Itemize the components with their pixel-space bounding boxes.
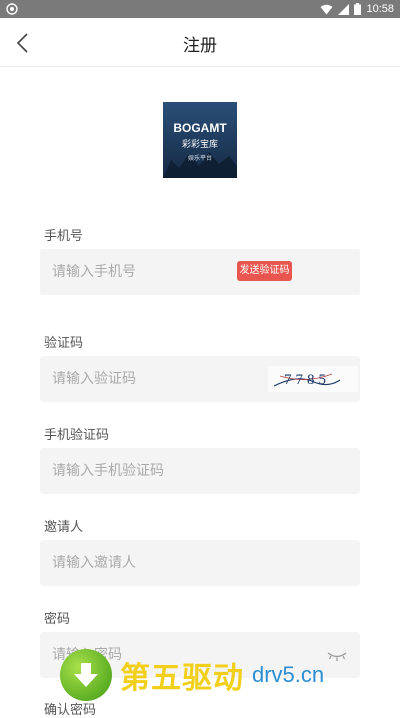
battery-icon bbox=[354, 3, 362, 15]
send-code-button[interactable]: 发送验证码 bbox=[237, 261, 292, 281]
captcha-image[interactable]: 7785 bbox=[268, 366, 358, 392]
status-time: 10:58 bbox=[366, 3, 394, 15]
logo-subtitle: 彩彩宝库 bbox=[182, 138, 218, 150]
password-label: 密码 bbox=[44, 612, 71, 627]
sms-code-label: 手机验证码 bbox=[44, 428, 110, 443]
status-bar: 10:58 bbox=[0, 0, 400, 18]
inviter-field-container bbox=[40, 540, 360, 586]
captcha-text: 7785 bbox=[284, 372, 330, 388]
logo-title: BOGAMT bbox=[173, 121, 227, 135]
phone-field-container: 发送验证码 bbox=[40, 249, 360, 295]
signal-icon bbox=[338, 3, 350, 15]
sms-code-input[interactable] bbox=[40, 448, 252, 494]
captcha-input[interactable] bbox=[40, 356, 252, 402]
logo-tagline: 娱乐平台 bbox=[188, 154, 212, 162]
phone-label: 手机号 bbox=[44, 229, 84, 244]
app-icon bbox=[6, 3, 18, 15]
logo-art: BOGAMT 彩彩宝库 娱乐平台 bbox=[163, 102, 237, 178]
sms-code-field-container bbox=[40, 448, 360, 494]
wifi-icon bbox=[320, 4, 333, 14]
app-logo: BOGAMT 彩彩宝库 娱乐平台 bbox=[163, 102, 237, 178]
captcha-field-container: 7785 bbox=[40, 356, 360, 402]
watermark: 第五驱动 drv5.cn bbox=[60, 644, 400, 706]
inviter-label: 邀请人 bbox=[44, 520, 84, 535]
download-arrow-icon bbox=[60, 649, 112, 701]
page-title: 注册 bbox=[183, 36, 217, 56]
phone-input[interactable] bbox=[40, 249, 252, 295]
top-bar: 注册 bbox=[0, 18, 400, 67]
inviter-input[interactable] bbox=[40, 540, 252, 586]
captcha-label: 验证码 bbox=[44, 336, 84, 351]
watermark-url: drv5.cn bbox=[252, 662, 325, 687]
watermark-brand: 第五驱动 bbox=[120, 661, 244, 696]
